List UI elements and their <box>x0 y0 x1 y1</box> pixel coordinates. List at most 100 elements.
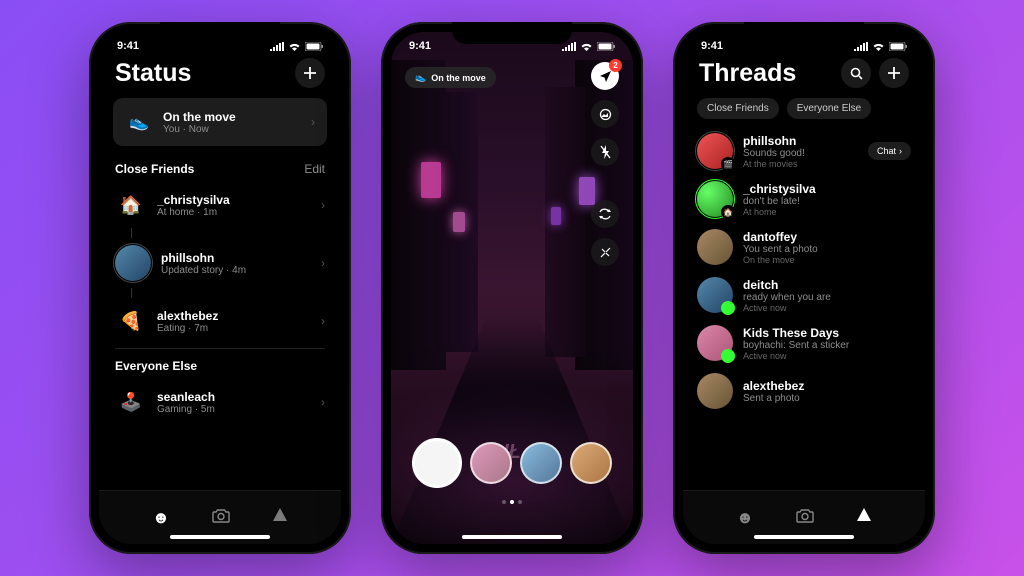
divider <box>115 348 325 349</box>
filter-tabs: Close Friends Everyone Else <box>683 98 925 127</box>
tab-everyone-else[interactable]: Everyone Else <box>787 98 871 119</box>
thread-row[interactable]: deitchready when you areActive now <box>683 271 925 319</box>
gallery-button[interactable] <box>591 100 619 128</box>
thread-list[interactable]: 🎬 phillsohnSounds good!At the movies Cha… <box>683 127 925 427</box>
shutter-button[interactable] <box>412 438 462 488</box>
recipient-bubble[interactable] <box>520 442 562 484</box>
tab-close-friends[interactable]: Close Friends <box>697 98 779 119</box>
phone-camera: IŁ 9:41 👟 On the move 2 <box>381 22 643 554</box>
page-title: Threads <box>699 59 796 88</box>
page-dots <box>502 500 522 504</box>
friend-row[interactable]: phillsohnUpdated story · 4m › <box>99 238 341 288</box>
connector <box>131 288 132 298</box>
active-dot <box>721 349 735 363</box>
signal-icon <box>562 42 576 51</box>
sneaker-icon: 👟 <box>415 72 426 83</box>
add-status-button[interactable] <box>295 58 325 88</box>
chevron-right-icon: › <box>321 256 325 270</box>
avatar: 🏠 <box>697 181 733 217</box>
chevron-right-icon: › <box>899 146 902 156</box>
signal-icon <box>854 42 868 51</box>
self-status-card[interactable]: 👟 On the move You · Now › <box>113 98 327 146</box>
thread-row[interactable]: Kids These Daysboyhachi: Sent a stickerA… <box>683 319 925 367</box>
sneaker-icon: 👟 <box>125 108 153 136</box>
battery-icon <box>597 42 615 51</box>
camera-tab[interactable] <box>796 508 814 528</box>
tools-icon <box>599 246 612 259</box>
avatar <box>697 277 733 313</box>
recipient-bubbles <box>391 438 633 488</box>
chevron-right-icon: › <box>311 115 315 129</box>
clock: 9:41 <box>117 40 139 52</box>
recipient-bubble[interactable] <box>570 442 612 484</box>
avatar <box>115 245 151 281</box>
phone-threads: 9:41 Threads Close Friends Everyone Else… <box>673 22 935 554</box>
avatar <box>697 373 733 409</box>
joystick-icon: 🕹️ <box>115 386 147 418</box>
section-close-friends: Close Friends <box>115 162 194 176</box>
thread-row[interactable]: alexthebezSent a photo <box>683 367 925 415</box>
send-icon <box>599 70 612 83</box>
friend-row[interactable]: 🏠 _christysilvaAt home · 1m › <box>99 182 341 228</box>
self-status-label: On the move <box>163 110 301 124</box>
section-everyone-else: Everyone Else <box>115 359 197 373</box>
chevron-right-icon: › <box>321 395 325 409</box>
pizza-icon: 🍕 <box>115 305 147 337</box>
recipient-bubble[interactable] <box>470 442 512 484</box>
flash-button[interactable] <box>591 138 619 166</box>
status-tab[interactable]: ☻ <box>736 508 754 528</box>
status-tab[interactable]: ☻ <box>152 508 170 528</box>
flash-off-icon <box>600 145 611 159</box>
notch <box>744 22 864 44</box>
self-status-sub: You · Now <box>163 124 301 135</box>
clock: 9:41 <box>701 40 723 52</box>
movie-icon: 🎬 <box>721 157 735 171</box>
friend-row[interactable]: 🕹️ seanleachGaming · 5m › <box>99 379 341 425</box>
plus-icon <box>303 66 317 80</box>
thread-row[interactable]: 🎬 phillsohnSounds good!At the movies Cha… <box>683 127 925 175</box>
home-indicator[interactable] <box>754 535 854 539</box>
camera-controls: 2 <box>591 62 619 266</box>
chat-button[interactable]: Chat› <box>868 142 911 160</box>
page-title: Status <box>115 59 191 88</box>
camera-viewfinder[interactable]: IŁ 9:41 👟 On the move 2 <box>391 32 633 544</box>
wifi-icon <box>872 42 885 51</box>
chevron-right-icon: › <box>321 198 325 212</box>
home-indicator[interactable] <box>462 535 562 539</box>
connector <box>131 228 132 238</box>
home-indicator[interactable] <box>170 535 270 539</box>
flip-icon <box>598 208 612 220</box>
thread-row[interactable]: dantoffeyYou sent a photoOn the move <box>683 223 925 271</box>
friend-row[interactable]: 🍕 alexthebezEating · 7m › <box>99 298 341 344</box>
status-icons <box>270 42 323 51</box>
wifi-icon <box>580 42 593 51</box>
camera-tab[interactable] <box>212 508 230 528</box>
notch <box>160 22 280 44</box>
signal-icon <box>270 42 284 51</box>
search-button[interactable] <box>841 58 871 88</box>
notification-badge: 2 <box>609 59 622 72</box>
avatar: 🎬 <box>697 133 733 169</box>
new-thread-button[interactable] <box>879 58 909 88</box>
threads-tab[interactable] <box>856 507 872 528</box>
status-pill[interactable]: 👟 On the move <box>405 67 496 88</box>
edit-close-friends[interactable]: Edit <box>304 162 325 176</box>
battery-icon <box>305 42 323 51</box>
flip-camera-button[interactable] <box>591 200 619 228</box>
tools-button[interactable] <box>591 238 619 266</box>
notch <box>452 22 572 44</box>
wifi-icon <box>288 42 301 51</box>
search-icon <box>850 67 863 80</box>
threads-tab[interactable] <box>272 507 288 528</box>
phone-status: 9:41 Status 👟 On the move You · Now › Cl… <box>89 22 351 554</box>
thread-row[interactable]: 🏠 _christysilvadon't be late!At home <box>683 175 925 223</box>
pill-label: On the move <box>431 73 486 83</box>
chevron-right-icon: › <box>321 314 325 328</box>
battery-icon <box>889 42 907 51</box>
plus-icon <box>887 66 901 80</box>
avatar <box>697 325 733 361</box>
clock: 9:41 <box>409 40 431 52</box>
avatar <box>697 229 733 265</box>
gallery-icon <box>599 108 612 121</box>
send-button[interactable]: 2 <box>591 62 619 90</box>
